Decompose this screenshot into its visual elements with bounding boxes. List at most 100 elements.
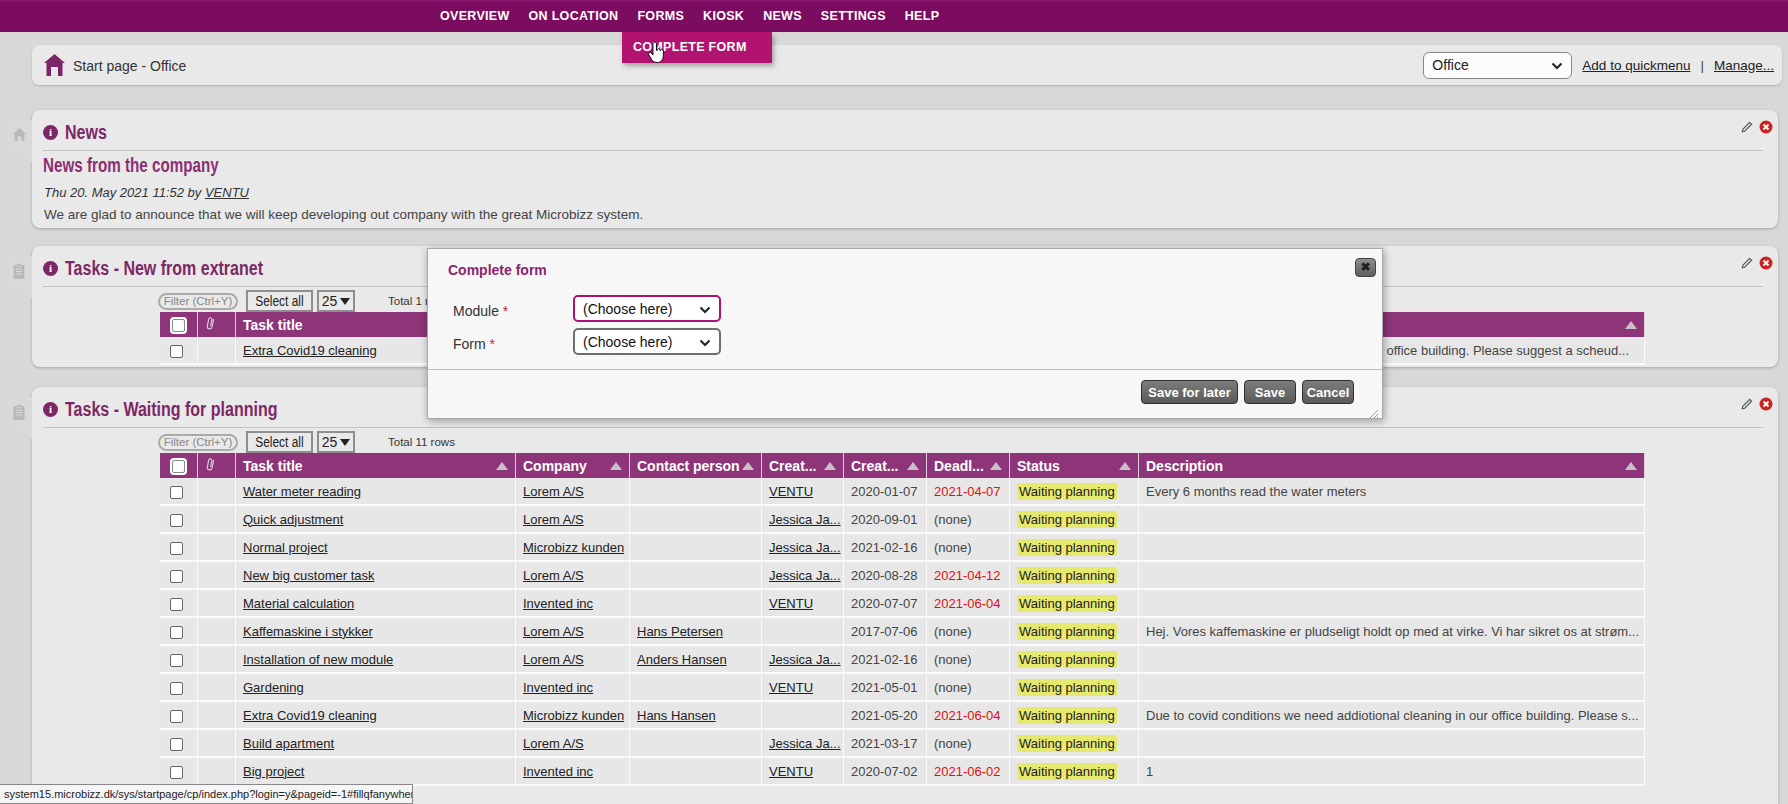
header-select-all[interactable] bbox=[160, 312, 198, 337]
form-select[interactable]: (Choose here) bbox=[573, 328, 721, 355]
contact-link[interactable]: Hans Hansen bbox=[637, 708, 716, 723]
manage-link[interactable]: Manage... bbox=[1714, 58, 1774, 73]
row-checkbox[interactable] bbox=[170, 598, 183, 611]
row-checkbox[interactable] bbox=[170, 626, 183, 639]
creator-link[interactable]: VENTU bbox=[769, 596, 813, 611]
clipboard-tab-icon bbox=[12, 404, 26, 421]
module-select[interactable]: (Choose here) bbox=[573, 295, 721, 322]
company-link[interactable]: Microbizz kunden bbox=[523, 540, 624, 555]
row-checkbox[interactable] bbox=[170, 682, 183, 695]
remove-panel-icon[interactable] bbox=[1759, 256, 1773, 274]
task-link[interactable]: Material calculation bbox=[243, 596, 354, 611]
company-link[interactable]: Lorem A/S bbox=[523, 624, 584, 639]
nav-item-kiosk[interactable]: KIOSK bbox=[703, 9, 744, 23]
table-row: Extra Covid19 cleaning Microbizz kunden … bbox=[160, 702, 1645, 730]
creator-link[interactable]: Jessica Ja... bbox=[769, 568, 841, 583]
close-dialog-button[interactable]: ✖ bbox=[1355, 258, 1376, 277]
row-checkbox[interactable] bbox=[170, 766, 183, 779]
table-row: New big customer task Lorem A/S Jessica … bbox=[160, 562, 1645, 590]
workspace-select[interactable]: Office bbox=[1423, 52, 1572, 79]
company-link[interactable]: Invented inc bbox=[523, 596, 593, 611]
header-description[interactable]: Description bbox=[1139, 453, 1645, 478]
filter-input[interactable]: Filter (Ctrl+Y) bbox=[158, 293, 238, 310]
creator-link[interactable]: VENTU bbox=[769, 764, 813, 779]
row-checkbox[interactable] bbox=[170, 514, 183, 527]
company-link[interactable]: Lorem A/S bbox=[523, 736, 584, 751]
save-for-later-button[interactable]: Save for later bbox=[1141, 380, 1238, 404]
task-link[interactable]: Installation of new module bbox=[243, 652, 393, 667]
header-attachment[interactable] bbox=[198, 453, 236, 478]
creator-link[interactable]: Jessica Ja... bbox=[769, 652, 841, 667]
header-attachment[interactable] bbox=[198, 312, 236, 337]
company-link[interactable]: Invented inc bbox=[523, 680, 593, 695]
add-to-quickmenu-link[interactable]: Add to quickmenu bbox=[1582, 58, 1690, 73]
header-creator[interactable]: Creat... bbox=[762, 453, 844, 478]
news-headline[interactable]: News from the company bbox=[43, 154, 219, 177]
planning-panel-tab[interactable] bbox=[6, 397, 32, 439]
edit-panel-icon[interactable] bbox=[1740, 256, 1753, 274]
nav-item-forms[interactable]: FORMS bbox=[637, 9, 684, 23]
filter-input[interactable]: Filter (Ctrl+Y) bbox=[158, 434, 238, 451]
cancel-button[interactable]: Cancel bbox=[1302, 380, 1354, 404]
task-link[interactable]: Kaffemaskine i stykker bbox=[243, 624, 373, 639]
header-deadline[interactable]: Deadl... bbox=[927, 453, 1010, 478]
company-link[interactable]: Microbizz kunden bbox=[523, 708, 624, 723]
nav-item-settings[interactable]: SETTINGS bbox=[821, 9, 886, 23]
task-link[interactable]: Extra Covid19 cleaning bbox=[243, 708, 377, 723]
task-link[interactable]: Build apartment bbox=[243, 736, 334, 751]
task-description: Every 6 months read the water meters bbox=[1139, 478, 1645, 506]
creator-link[interactable]: VENTU bbox=[769, 680, 813, 695]
row-checkbox[interactable] bbox=[170, 486, 183, 499]
row-checkbox[interactable] bbox=[170, 654, 183, 667]
company-link[interactable]: Lorem A/S bbox=[523, 512, 584, 527]
remove-panel-icon[interactable] bbox=[1759, 120, 1773, 138]
page-size-button[interactable]: 25 bbox=[317, 290, 355, 312]
menu-item-complete-form[interactable]: COMPLETE FORM bbox=[622, 32, 772, 63]
creator-link[interactable]: Jessica Ja... bbox=[769, 736, 841, 751]
extranet-panel-tab[interactable] bbox=[6, 256, 32, 298]
edit-panel-icon[interactable] bbox=[1740, 120, 1753, 138]
task-link[interactable]: Extra Covid19 cleaning bbox=[243, 343, 377, 358]
task-link[interactable]: New big customer task bbox=[243, 568, 375, 583]
task-link[interactable]: Quick adjustment bbox=[243, 512, 343, 527]
row-checkbox[interactable] bbox=[170, 738, 183, 751]
home-icon[interactable] bbox=[43, 53, 66, 81]
select-all-button[interactable]: Select all bbox=[246, 431, 313, 453]
creator-link[interactable]: Jessica Ja... bbox=[769, 512, 841, 527]
task-link[interactable]: Normal project bbox=[243, 540, 328, 555]
row-checkbox[interactable] bbox=[170, 542, 183, 555]
nav-item-overview[interactable]: OVERVIEW bbox=[440, 9, 510, 23]
row-checkbox[interactable] bbox=[170, 570, 183, 583]
remove-panel-icon[interactable] bbox=[1759, 397, 1773, 415]
page-size-button[interactable]: 25 bbox=[317, 431, 355, 453]
contact-link[interactable]: Hans Petersen bbox=[637, 624, 723, 639]
resize-handle[interactable] bbox=[1369, 405, 1379, 415]
header-status[interactable]: Status bbox=[1010, 453, 1139, 478]
creator-link[interactable]: Jessica Ja... bbox=[769, 540, 841, 555]
creator-link[interactable]: VENTU bbox=[769, 484, 813, 499]
task-link[interactable]: Gardening bbox=[243, 680, 304, 695]
select-all-button[interactable]: Select all bbox=[246, 290, 313, 312]
row-checkbox[interactable] bbox=[170, 710, 183, 723]
company-link[interactable]: Lorem A/S bbox=[523, 652, 584, 667]
company-link[interactable]: Lorem A/S bbox=[523, 568, 584, 583]
nav-item-help[interactable]: HELP bbox=[905, 9, 940, 23]
nav-item-on-location[interactable]: ON LOCATION bbox=[529, 9, 619, 23]
header-contact-person[interactable]: Contact person bbox=[630, 453, 762, 478]
header-company[interactable]: Company bbox=[516, 453, 630, 478]
company-link[interactable]: Invented inc bbox=[523, 764, 593, 779]
header-task-title[interactable]: Task title bbox=[236, 453, 516, 478]
edit-panel-icon[interactable] bbox=[1740, 397, 1753, 415]
task-link[interactable]: Big project bbox=[243, 764, 304, 779]
header-select-all[interactable] bbox=[160, 453, 198, 478]
row-checkbox[interactable] bbox=[170, 345, 183, 358]
header-created[interactable]: Creat... bbox=[844, 453, 927, 478]
news-panel-tab[interactable] bbox=[6, 120, 32, 162]
news-author-link[interactable]: VENTU bbox=[205, 185, 249, 200]
task-link[interactable]: Water meter reading bbox=[243, 484, 361, 499]
company-link[interactable]: Lorem A/S bbox=[523, 484, 584, 499]
nav-item-news[interactable]: NEWS bbox=[763, 9, 802, 23]
save-button[interactable]: Save bbox=[1244, 380, 1296, 404]
contact-link[interactable]: Anders Hansen bbox=[637, 652, 727, 667]
table-row: Gardening Invented inc VENTU 2021-05-01 … bbox=[160, 674, 1645, 702]
